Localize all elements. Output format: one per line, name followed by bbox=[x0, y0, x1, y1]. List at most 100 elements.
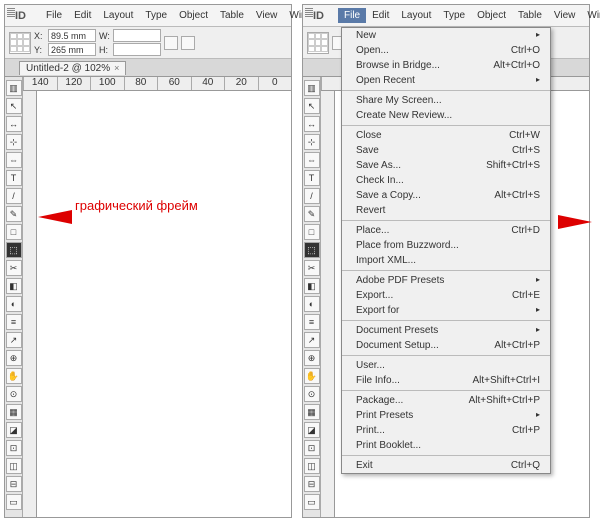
menu-item[interactable]: Table bbox=[214, 8, 250, 23]
tool-button[interactable]: ⊕ bbox=[304, 350, 320, 366]
close-icon[interactable]: × bbox=[114, 63, 119, 73]
tool-button[interactable]: ▥ bbox=[6, 80, 22, 96]
constrain-icon[interactable] bbox=[164, 36, 178, 50]
menu-item[interactable]: Export for▸ bbox=[342, 303, 550, 318]
menu-item[interactable]: Table bbox=[512, 8, 548, 23]
h-input[interactable] bbox=[113, 43, 161, 56]
menu-item[interactable]: Save a Copy...Alt+Ctrl+S bbox=[342, 188, 550, 203]
tool-button[interactable]: ◐ bbox=[6, 296, 22, 312]
tool-button[interactable]: ◐ bbox=[304, 296, 320, 312]
menu-item[interactable]: File Info...Alt+Shift+Ctrl+I bbox=[342, 373, 550, 388]
menu-item[interactable]: User... bbox=[342, 358, 550, 373]
tool-button[interactable]: ✂ bbox=[304, 260, 320, 276]
tool-button[interactable]: T bbox=[304, 170, 320, 186]
tool-button[interactable]: ↗ bbox=[6, 332, 22, 348]
menu-item[interactable]: Open...Ctrl+O bbox=[342, 43, 550, 58]
tool-button[interactable]: ◫ bbox=[6, 458, 22, 474]
tool-button[interactable]: ⇔ bbox=[304, 152, 320, 168]
tool-button[interactable]: ✋ bbox=[6, 368, 22, 384]
tool-button[interactable]: ✎ bbox=[304, 206, 320, 222]
tool-button[interactable]: ⊹ bbox=[6, 134, 22, 150]
menu-item[interactable]: ExitCtrl+Q bbox=[342, 458, 550, 473]
tool-button[interactable]: ⊙ bbox=[304, 386, 320, 402]
document-tab[interactable]: Untitled-2 @ 102% × bbox=[19, 61, 126, 75]
tool-button[interactable]: ◪ bbox=[6, 422, 22, 438]
tool-button[interactable]: ⊕ bbox=[6, 350, 22, 366]
menu-item[interactable]: Share My Screen... bbox=[342, 93, 550, 108]
tool-button[interactable]: ◫ bbox=[304, 458, 320, 474]
options-icon[interactable] bbox=[181, 36, 195, 50]
tool-button[interactable]: ▦ bbox=[6, 404, 22, 420]
tool-button[interactable]: ✋ bbox=[304, 368, 320, 384]
w-input[interactable] bbox=[113, 29, 161, 42]
menu-item[interactable]: Edit bbox=[366, 8, 395, 23]
menu-item[interactable]: Document Setup...Alt+Ctrl+P bbox=[342, 338, 550, 353]
tool-button[interactable]: ◪ bbox=[304, 422, 320, 438]
tool-button[interactable]: ▦ bbox=[304, 404, 320, 420]
menu-item[interactable]: Adobe PDF Presets▸ bbox=[342, 273, 550, 288]
tool-button[interactable]: □ bbox=[6, 224, 22, 240]
y-input[interactable] bbox=[48, 43, 96, 56]
menu-item[interactable]: Print...Ctrl+P bbox=[342, 423, 550, 438]
tool-button[interactable]: ▭ bbox=[304, 494, 320, 510]
menu-item[interactable]: Import XML... bbox=[342, 253, 550, 268]
tool-button[interactable]: ✂ bbox=[6, 260, 22, 276]
menu-item[interactable]: Place from Buzzword... bbox=[342, 238, 550, 253]
tool-button[interactable]: ↖ bbox=[6, 98, 22, 114]
tool-button[interactable]: ⊹ bbox=[304, 134, 320, 150]
tool-button[interactable]: / bbox=[6, 188, 22, 204]
tool-button[interactable]: ▥ bbox=[304, 80, 320, 96]
tool-button[interactable]: ≡ bbox=[6, 314, 22, 330]
tool-button[interactable]: ⊟ bbox=[304, 476, 320, 492]
tool-button[interactable]: ↔ bbox=[6, 116, 22, 132]
menu-item[interactable]: Winc bbox=[581, 8, 600, 23]
menu-item[interactable]: Open Recent▸ bbox=[342, 73, 550, 88]
tool-button[interactable]: ↔ bbox=[304, 116, 320, 132]
menu-item[interactable]: Place...Ctrl+D bbox=[342, 223, 550, 238]
menu-item[interactable]: Print Booklet... bbox=[342, 438, 550, 453]
tool-button[interactable]: ↖ bbox=[304, 98, 320, 114]
tool-button[interactable]: ⬚ bbox=[304, 242, 320, 258]
x-input[interactable] bbox=[48, 29, 96, 42]
menu-item[interactable]: Layout bbox=[395, 8, 437, 23]
menu-item[interactable]: View bbox=[548, 8, 582, 23]
page[interactable] bbox=[47, 97, 287, 513]
menu-item[interactable]: Edit bbox=[68, 8, 97, 23]
tool-button[interactable]: □ bbox=[304, 224, 320, 240]
menu-item[interactable]: Type bbox=[139, 8, 173, 23]
tool-button[interactable]: ⊡ bbox=[304, 440, 320, 456]
tool-button[interactable]: ≡ bbox=[304, 314, 320, 330]
menu-item[interactable]: File bbox=[40, 8, 68, 23]
tool-button[interactable]: ✎ bbox=[6, 206, 22, 222]
menu-item[interactable]: Browse in Bridge...Alt+Ctrl+O bbox=[342, 58, 550, 73]
tool-button[interactable]: ◧ bbox=[304, 278, 320, 294]
tool-button[interactable]: ⇔ bbox=[6, 152, 22, 168]
menu-item[interactable]: Print Presets▸ bbox=[342, 408, 550, 423]
menu-item[interactable]: Layout bbox=[97, 8, 139, 23]
grip-icon[interactable] bbox=[7, 8, 15, 18]
tool-button[interactable]: ⊡ bbox=[6, 440, 22, 456]
reference-point-icon[interactable] bbox=[9, 32, 31, 54]
menu-item[interactable]: Document Presets▸ bbox=[342, 323, 550, 338]
tool-button[interactable]: ◧ bbox=[6, 278, 22, 294]
menu-item[interactable]: SaveCtrl+S bbox=[342, 143, 550, 158]
menu-item[interactable]: CloseCtrl+W bbox=[342, 128, 550, 143]
canvas[interactable]: 140120100806040200 bbox=[23, 77, 291, 517]
tool-button[interactable]: ⊙ bbox=[6, 386, 22, 402]
menu-item[interactable]: Type bbox=[437, 8, 471, 23]
menu-item-file[interactable]: File bbox=[338, 8, 366, 23]
tool-button[interactable]: ⊟ bbox=[6, 476, 22, 492]
tool-button[interactable]: ↗ bbox=[304, 332, 320, 348]
grip-icon[interactable] bbox=[305, 8, 313, 18]
menu-item[interactable]: Object bbox=[173, 8, 214, 23]
tool-button[interactable]: ⬚ bbox=[6, 242, 22, 258]
reference-point-icon[interactable] bbox=[307, 32, 329, 54]
menu-item[interactable]: Object bbox=[471, 8, 512, 23]
menu-item[interactable]: Package...Alt+Shift+Ctrl+P bbox=[342, 393, 550, 408]
menu-item[interactable]: Create New Review... bbox=[342, 108, 550, 123]
tool-button[interactable]: / bbox=[304, 188, 320, 204]
tool-button[interactable]: ▭ bbox=[6, 494, 22, 510]
menu-item[interactable]: View bbox=[250, 8, 284, 23]
menu-item[interactable]: New▸ bbox=[342, 28, 550, 43]
menu-item[interactable]: Save As...Shift+Ctrl+S bbox=[342, 158, 550, 173]
